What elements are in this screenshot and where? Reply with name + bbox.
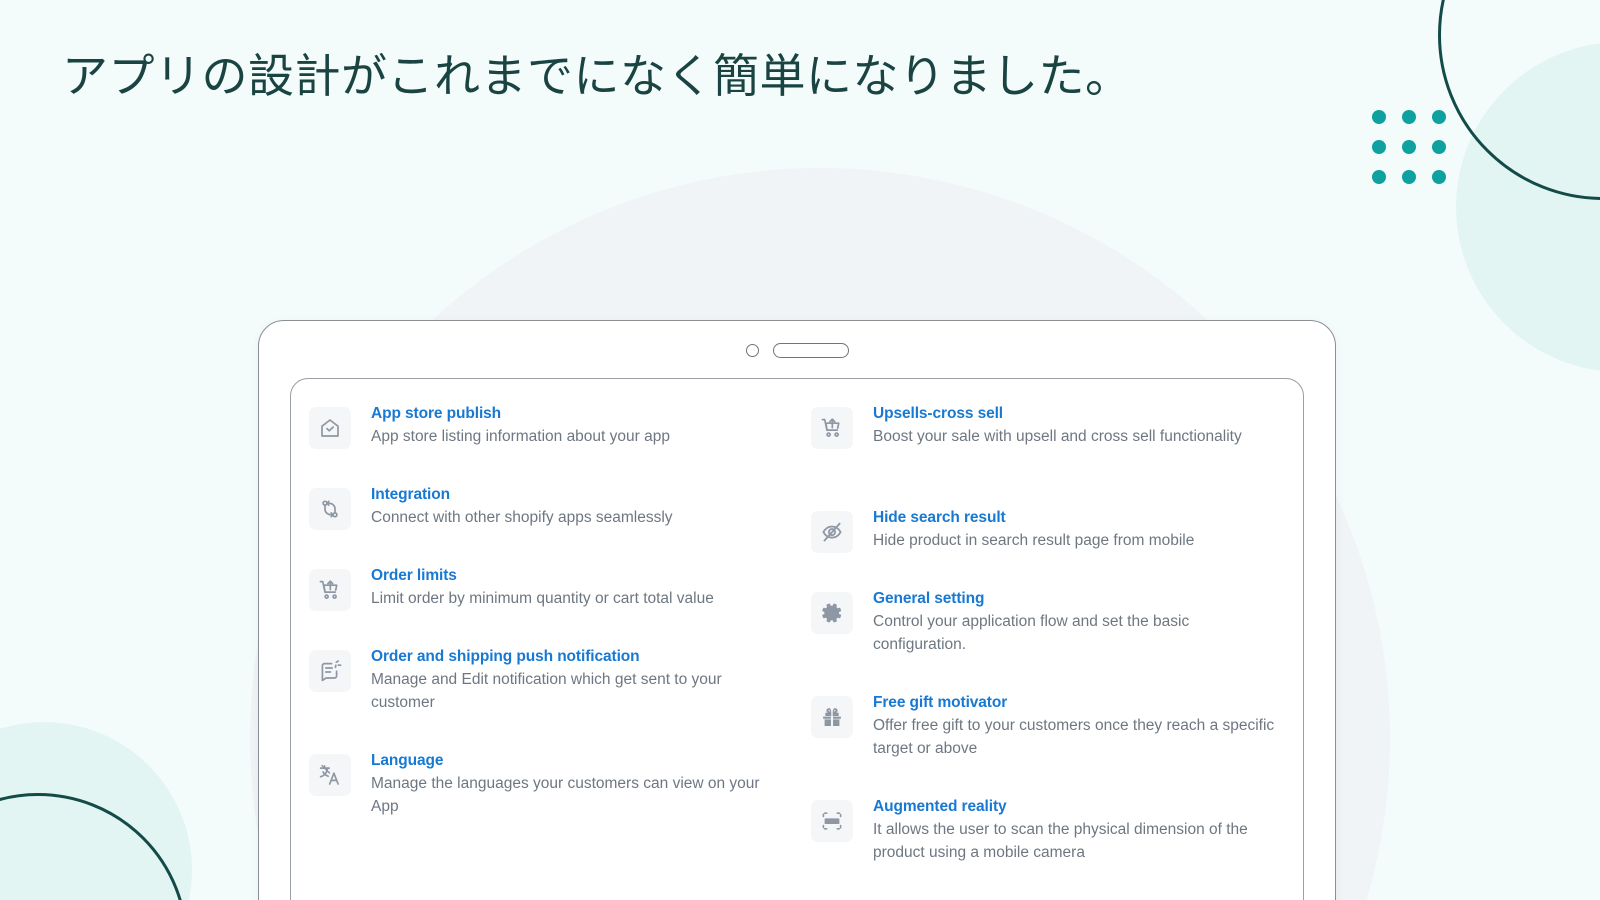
feature-description: Control your application flow and set th… bbox=[873, 613, 1190, 654]
grid-dot bbox=[1402, 110, 1416, 124]
feature-item[interactable]: Upsells-cross sell Boost your sale with u… bbox=[811, 403, 1285, 507]
feature-description: Boost your sale with upsell and cross se… bbox=[873, 428, 1242, 446]
dot-grid-icon bbox=[1372, 110, 1446, 184]
feature-text: Upsells-cross sell Boost your sale with u… bbox=[873, 403, 1242, 449]
feature-title[interactable]: Hide search result bbox=[873, 508, 1194, 527]
ring-outline-bottom-left bbox=[0, 793, 188, 900]
feature-text: Hide search result Hide product in search… bbox=[873, 507, 1194, 553]
integration-branch-icon bbox=[309, 488, 351, 530]
tablet-device: App store publish App store listing infor… bbox=[258, 320, 1336, 900]
feature-text: Free gift motivator Offer free gift to yo… bbox=[873, 692, 1285, 761]
feature-title[interactable]: Free gift motivator bbox=[873, 693, 1285, 712]
feature-item[interactable]: Language Manage the languages your custom… bbox=[309, 750, 783, 854]
camera-dot-icon bbox=[745, 343, 759, 357]
feature-title[interactable]: Upsells-cross sell bbox=[873, 404, 1242, 423]
ar-scan-icon bbox=[811, 800, 853, 842]
feature-text: Order limits Limit order by minimum quant… bbox=[371, 565, 714, 611]
tablet-bezel bbox=[259, 321, 1335, 379]
feature-column-left: App store publish App store listing infor… bbox=[309, 403, 783, 900]
feature-title[interactable]: App store publish bbox=[371, 404, 670, 423]
feature-item[interactable]: Augmented reality It allows the user to s… bbox=[811, 796, 1285, 900]
grid-dot bbox=[1372, 110, 1386, 124]
feature-title[interactable]: Language bbox=[371, 751, 783, 770]
speaker-pill-icon bbox=[772, 342, 849, 358]
ring-outline-top-right bbox=[1438, 0, 1600, 200]
feature-item[interactable]: Free gift motivator Offer free gift to yo… bbox=[811, 692, 1285, 796]
feature-text: Order and shipping push notification Mana… bbox=[371, 646, 783, 715]
feature-column-right: Upsells-cross sell Boost your sale with u… bbox=[811, 403, 1285, 900]
mint-circle-top-right bbox=[1456, 42, 1600, 372]
feature-description: Offer free gift to your customers once t… bbox=[873, 717, 1275, 758]
feature-title[interactable]: Integration bbox=[371, 485, 673, 504]
feature-description: Connect with other shopify apps seamless… bbox=[371, 509, 673, 527]
feature-item[interactable]: General setting Control your application … bbox=[811, 588, 1285, 692]
gear-icon bbox=[811, 592, 853, 634]
gift-icon bbox=[811, 696, 853, 738]
feature-title[interactable]: Augmented reality bbox=[873, 797, 1285, 816]
grid-dot bbox=[1372, 140, 1386, 154]
feature-text: Augmented reality It allows the user to s… bbox=[873, 796, 1285, 865]
feature-description: Manage and Edit notification which get s… bbox=[371, 671, 722, 712]
feature-description: Hide product in search result page from … bbox=[873, 532, 1195, 550]
feature-description: Limit order by minimum quantity or cart … bbox=[371, 590, 714, 608]
feature-text: Integration Connect with other shopify ap… bbox=[371, 484, 673, 530]
cart-up-icon bbox=[309, 569, 351, 611]
grid-dot bbox=[1402, 140, 1416, 154]
feature-title[interactable]: Order limits bbox=[371, 566, 714, 585]
cart-up-icon bbox=[811, 407, 853, 449]
feature-text: Language Manage the languages your custom… bbox=[371, 750, 783, 819]
page-title: アプリの設計がこれまでになく簡単になりました。 bbox=[62, 50, 1132, 102]
feature-item[interactable]: Integration Connect with other shopify ap… bbox=[309, 484, 783, 565]
eye-off-icon bbox=[811, 511, 853, 553]
feature-description: It allows the user to scan the physical … bbox=[873, 821, 1248, 862]
tablet-screen: App store publish App store listing infor… bbox=[290, 378, 1304, 900]
grid-dot bbox=[1372, 170, 1386, 184]
mint-circle-bottom-left bbox=[0, 722, 192, 900]
feature-description: Manage the languages your customers can … bbox=[371, 775, 760, 816]
grid-dot bbox=[1432, 170, 1446, 184]
feature-title[interactable]: Order and shipping push notification bbox=[371, 647, 783, 666]
notification-message-icon bbox=[309, 650, 351, 692]
grid-dot bbox=[1402, 170, 1416, 184]
feature-text: App store publish App store listing infor… bbox=[371, 403, 670, 449]
feature-title[interactable]: General setting bbox=[873, 589, 1285, 608]
page-root: アプリの設計がこれまでになく簡単になりました。 App store publis… bbox=[0, 0, 1600, 900]
feature-item[interactable]: Order limits Limit order by minimum quant… bbox=[309, 565, 783, 646]
feature-grid: App store publish App store listing infor… bbox=[309, 403, 1285, 900]
feature-item[interactable]: App store publish App store listing infor… bbox=[309, 403, 783, 484]
store-check-icon bbox=[309, 407, 351, 449]
feature-item[interactable]: Hide search result Hide product in search… bbox=[811, 507, 1285, 588]
grid-dot bbox=[1432, 110, 1446, 124]
feature-item[interactable]: Order and shipping push notification Mana… bbox=[309, 646, 783, 750]
grid-dot bbox=[1432, 140, 1446, 154]
feature-description: App store listing information about your… bbox=[371, 428, 670, 446]
translate-icon bbox=[309, 754, 351, 796]
feature-text: General setting Control your application … bbox=[873, 588, 1285, 657]
